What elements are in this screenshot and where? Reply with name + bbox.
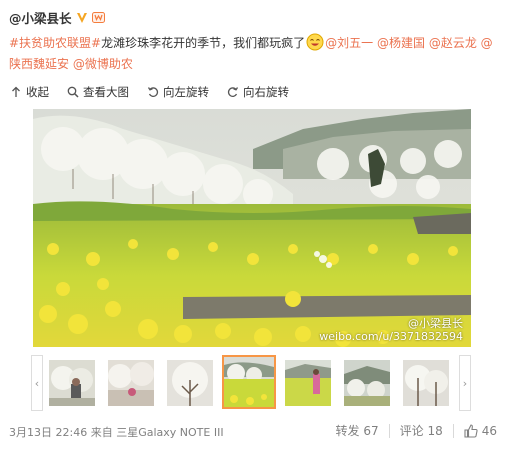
- comment-button[interactable]: 评论 18: [390, 422, 453, 439]
- thumbnail[interactable]: [167, 360, 213, 406]
- mention-link[interactable]: @赵云龙: [429, 36, 477, 50]
- rotate-left-icon: [147, 87, 159, 97]
- media-actions: 收起 查看大图 向左旋转 向右旋转: [10, 84, 289, 100]
- magnifier-icon: [67, 86, 79, 98]
- photo-watermark: @小梁县长 weibo.com/u/3371832594: [319, 317, 463, 343]
- laughing-emoji-icon: [306, 33, 324, 51]
- thumbnail[interactable]: [285, 360, 331, 406]
- post-body: 龙滩珍珠李花开的季节，我们都玩疯了: [101, 36, 306, 50]
- thumbs-up-icon: [464, 423, 478, 438]
- thumbnail-strip: ‹ ›: [31, 355, 475, 411]
- thumbnail[interactable]: [403, 360, 449, 406]
- post-meta: 3月13日 22:46 来自 三星Galaxy NOTE III: [9, 424, 224, 440]
- author-name[interactable]: @小梁县长: [9, 8, 72, 27]
- rotate-right-label: 向右旋转: [243, 85, 289, 99]
- thumbnail[interactable]: [108, 360, 154, 406]
- mention-link[interactable]: @微博助农: [73, 57, 133, 71]
- rotate-right-icon: [227, 87, 239, 97]
- thumbnail-selected[interactable]: [222, 355, 276, 409]
- topic-tag[interactable]: #扶贫助农联盟#: [9, 36, 101, 50]
- blossom-field-image: [33, 109, 471, 347]
- like-count: 46: [481, 423, 497, 438]
- like-button[interactable]: 46: [454, 424, 497, 438]
- rotate-left-label: 向左旋转: [163, 85, 209, 99]
- collapse-button[interactable]: 收起: [10, 84, 49, 100]
- arrow-up-icon: [12, 86, 20, 97]
- watermark-url: weibo.com/u/3371832594: [319, 330, 463, 343]
- chevron-right-icon: ›: [462, 376, 468, 390]
- verified-icon: [76, 12, 87, 23]
- repost-button[interactable]: 转发 67: [326, 422, 389, 439]
- device-link[interactable]: 三星Galaxy NOTE III: [116, 426, 223, 439]
- view-large-button[interactable]: 查看大图: [67, 84, 129, 100]
- post-time[interactable]: 3月13日 22:46: [9, 426, 87, 439]
- chevron-left-icon: ‹: [34, 376, 40, 390]
- prev-thumbnail-button[interactable]: ‹: [31, 355, 43, 411]
- rotate-right-button[interactable]: 向右旋转: [227, 84, 289, 100]
- view-large-label: 查看大图: [83, 85, 129, 99]
- mention-link[interactable]: @刘五一: [325, 36, 373, 50]
- author-row: @小梁县长: [9, 8, 105, 27]
- watermark-user: @小梁县长: [408, 317, 463, 330]
- next-thumbnail-button[interactable]: ›: [459, 355, 471, 411]
- thumbnail[interactable]: [344, 360, 390, 406]
- rotate-left-button[interactable]: 向左旋转: [147, 84, 209, 100]
- post-stats: 转发 67 评论 18 46: [326, 422, 497, 439]
- main-photo[interactable]: @小梁县长 weibo.com/u/3371832594: [33, 109, 471, 347]
- post-text: #扶贫助农联盟#龙滩珍珠李花开的季节，我们都玩疯了 @刘五一 @杨建国 @赵云龙…: [9, 33, 499, 75]
- thumbnail[interactable]: [49, 360, 95, 406]
- vip-crown-icon: [91, 12, 105, 23]
- weibo-post-card: @小梁县长 #扶贫助农联盟#龙滩珍珠李花开的季节，我们都玩疯了 @刘五一 @杨建…: [0, 0, 507, 450]
- via-label: 来自: [90, 426, 113, 439]
- collapse-label: 收起: [26, 85, 49, 99]
- mention-link[interactable]: @杨建国: [377, 36, 425, 50]
